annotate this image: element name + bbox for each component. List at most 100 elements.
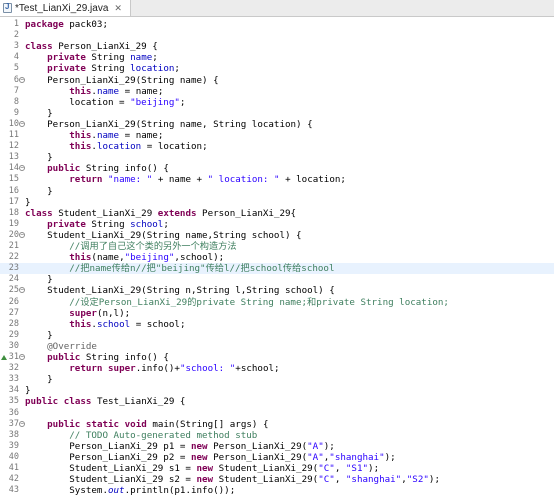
line-number: 42 [8,474,19,485]
code-line[interactable]: 16 } [0,186,554,197]
code-line[interactable]: 29 } [0,330,554,341]
java-file-icon [3,2,12,13]
line-number: 1 [13,19,19,29]
code-line[interactable]: 42 Student_LianXi_29 s2 = new Student_Li… [0,474,554,485]
code-text: } [25,196,31,208]
code-line[interactable]: 39 Person_LianXi_29 p1 = new Person_Lian… [0,441,554,452]
line-number: 20 [8,229,19,240]
code-line[interactable]: 34} [0,385,554,396]
code-line[interactable]: 20− Student_LianXi_29(String name,String… [0,230,554,241]
code-line[interactable]: 21 //调用了自己这个类的另外一个构造方法 [0,241,554,252]
code-text: Student_LianXi_29(String name,String sch… [25,229,302,241]
line-number: 2 [13,30,19,41]
line-number: 11 [8,130,19,140]
code-line[interactable]: 13 } [0,152,554,163]
code-line[interactable]: 31− public String info() { [0,352,554,363]
code-line[interactable]: 1 package pack03; [0,19,554,30]
code-text: location = "beijing"; [25,96,186,108]
code-line[interactable]: 19 private String school; [0,219,554,230]
code-text: return "name: " + name + " location: " +… [69,174,346,186]
code-text: } [25,107,53,119]
code-line[interactable]: 7 this.name = name; [0,86,554,97]
code-line[interactable]: 24 } [0,274,554,285]
code-line[interactable]: 38 // TODO Auto-generated method stub [0,430,554,441]
line-number: 40 [8,451,19,462]
code-line[interactable]: 40 Person_LianXi_29 p2 = new Person_Lian… [0,452,554,463]
code-text: //把name传给n//把"beijing"传给l//把school传给scho… [69,263,335,275]
line-number: 8 [13,96,19,107]
code-line[interactable]: 3 class Person_LianXi_29 { [0,41,554,52]
code-line[interactable]: 2 [0,30,554,41]
line-number: 25 [8,285,19,296]
code-line[interactable]: 15 return "name: " + name + " location: … [0,174,554,185]
code-line[interactable]: 28 this.school = school; [0,319,554,330]
override-marker-icon[interactable] [1,355,7,360]
code-text: } [25,374,53,386]
code-line[interactable]: 27 super(n,l); [0,308,554,319]
code-text: @Override [47,340,97,352]
code-line[interactable]: 41 Student_LianXi_29 s1 = new Student_Li… [0,463,554,474]
line-number: 33 [8,374,19,385]
tab-title: *Test_LianXi_29.java [15,2,109,14]
code-text: package pack03; [25,19,108,30]
line-number: 38 [8,429,19,440]
code-text: public static void main(String[] args) { [47,418,269,430]
code-text: } [25,152,53,164]
code-line[interactable]: 25− Student_LianXi_29(String n,String l,… [0,285,554,296]
line-number: 29 [8,329,19,340]
code-text: //调用了自己这个类的另外一个构造方法 [69,241,237,252]
code-line[interactable]: 9 } [0,108,554,119]
code-line[interactable]: 6− Person_LianXi_29(String name) { [0,75,554,86]
code-text: private String name; [47,52,158,64]
code-text: } [25,185,53,197]
code-line[interactable]: 11 this.name = name; [0,130,554,141]
line-number: 34 [8,385,19,396]
line-number: 32 [8,363,19,374]
line-number: 6 [13,74,19,85]
line-number: 21 [8,241,19,251]
code-line[interactable]: 37− public static void main(String[] arg… [0,419,554,430]
line-number: 7 [13,85,19,96]
line-number: 18 [8,207,19,218]
line-number: 9 [13,107,19,118]
line-number: 5 [13,63,19,74]
code-line[interactable]: 22 this(name,"beijing",school); [0,252,554,263]
code-editor[interactable]: 1 package pack03; 2 3 class Person_LianXi_29… [0,17,554,496]
code-line[interactable]: 14− public String info() { [0,163,554,174]
line-number: 17 [8,196,19,207]
code-line[interactable]: 4 private String name; [0,52,554,63]
code-line[interactable]: 32 return super.info()+"school: "+school… [0,363,554,374]
code-line[interactable]: 5 private String location; [0,63,554,74]
code-line[interactable]: 8 location = "beijing"; [0,97,554,108]
code-line[interactable]: 35 public class Test_LianXi_29 { [0,396,554,407]
code-text: return super.info()+"school: "+school; [69,363,280,375]
code-line[interactable]: 23 //把name传给n//把"beijing"传给l//把school传给s… [0,263,554,275]
line-number: 15 [8,174,19,185]
code-line[interactable]: 43 System.out.println(p1.info()); [0,485,554,496]
code-line[interactable]: 10− Person_LianXi_29(String name, String… [0,119,554,130]
code-text: this.name = name; [69,130,164,141]
code-line[interactable]: 18 class Student_LianXi_29 extends Person… [0,208,554,219]
editor-tab[interactable]: *Test_LianXi_29.java ✕ [0,0,131,16]
line-number: 28 [8,318,19,329]
code-text: this.school = school; [69,318,186,330]
code-text: Student_LianXi_29 s2 = new Student_LianX… [25,474,440,486]
code-text: public String info() { [47,352,169,363]
code-text: super(n,l); [69,307,131,319]
line-number: 4 [13,52,19,63]
line-number: 19 [8,218,19,229]
code-line[interactable]: 12 this.location = location; [0,141,554,152]
line-number: 26 [8,296,19,307]
code-line[interactable]: 36 [0,408,554,419]
code-line[interactable]: 17} [0,197,554,208]
code-line[interactable]: 30 @Override [0,341,554,352]
close-icon[interactable]: ✕ [114,3,122,14]
line-number: 36 [8,407,19,418]
line-number: 37 [8,418,19,429]
line-number: 27 [8,307,19,318]
code-text: } [25,274,53,286]
code-text: private String school; [47,218,169,230]
code-text: System.out.println(p1.info()); [25,485,236,496]
code-line[interactable]: 26 //设定Person_LianXi_29的private String n… [0,297,554,308]
code-line[interactable]: 33 } [0,374,554,385]
